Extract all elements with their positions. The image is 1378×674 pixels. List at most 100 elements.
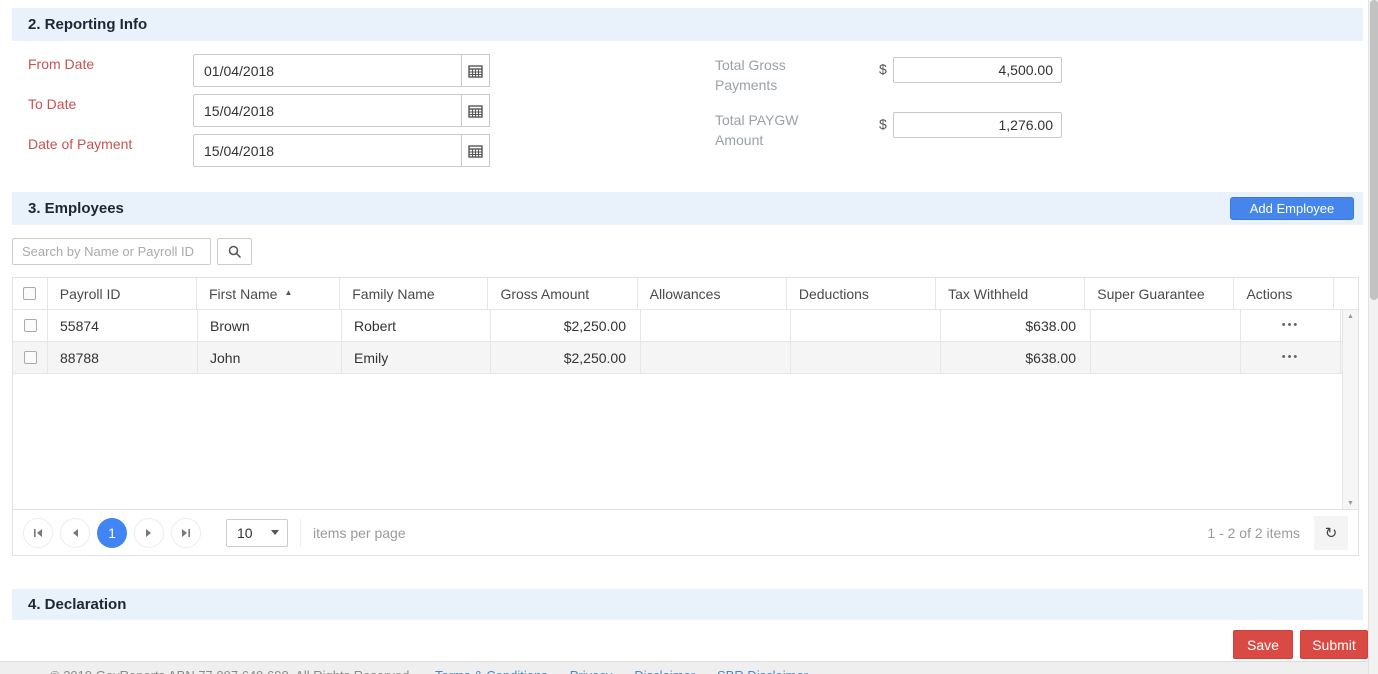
row-checkbox[interactable] <box>23 351 37 364</box>
cell-tax_withheld: $638.00 <box>941 310 1091 341</box>
pager: 1 10 items per page 1 - 2 of 2 items ↻ <box>13 509 1358 555</box>
page: 2. Reporting Info From Date To Date Date… <box>0 0 1378 674</box>
scrollbar-thumb[interactable] <box>1370 0 1378 300</box>
cell-gross_amount: $2,250.00 <box>491 310 641 341</box>
footer-links: Terms & Conditions Privacy Disclaimer SBR D… <box>413 668 808 674</box>
cell-super_guarantee <box>1091 342 1241 373</box>
total-paygw-currency: $ <box>879 116 887 132</box>
total-gross-payments-input[interactable] <box>893 57 1062 83</box>
grid-header-row: Payroll ID First Name ▲ Family Name Gross Am… <box>13 278 1358 310</box>
page-size-dropdown[interactable]: 10 <box>226 518 288 547</box>
refresh-button[interactable]: ↻ <box>1314 515 1348 550</box>
column-header-actions[interactable]: Actions <box>1234 278 1334 309</box>
header-filler-cell <box>1334 278 1358 309</box>
section-header-employees: 3. Employees Add Employee <box>12 192 1363 225</box>
column-header-gross_amount[interactable]: Gross Amount <box>488 278 638 309</box>
total-paygw-amount-label: Total PAYGW Amount <box>715 112 799 148</box>
cell-super_guarantee <box>1091 310 1241 341</box>
column-header-payroll_id[interactable]: Payroll ID <box>48 278 197 309</box>
cell-deductions <box>791 310 941 341</box>
section-header-declaration: 4. Declaration <box>12 589 1363 620</box>
cell-gross_amount: $2,250.00 <box>491 342 641 373</box>
column-header-family_name[interactable]: Family Name <box>340 278 489 309</box>
cell-first_name: Brown <box>198 310 342 341</box>
table-row[interactable]: 88788 John Emily $2,250.00 $638.00 ••• <box>13 342 1358 374</box>
calendar-icon <box>468 144 483 158</box>
section-title: 2. Reporting Info <box>28 16 148 33</box>
footer-link[interactable]: SBR Disclaimer <box>717 668 808 674</box>
footer: © 2019 GovReports ABN 77 097 649 698. Al… <box>0 661 1368 674</box>
column-header-label: Deductions <box>798 285 869 302</box>
date-of-payment-calendar-button[interactable] <box>462 134 490 167</box>
total-paygw-amount-input[interactable] <box>893 112 1062 138</box>
column-header-label: Gross Amount <box>500 285 590 302</box>
cell-payroll_id: 88788 <box>48 342 198 373</box>
refresh-icon: ↻ <box>1324 524 1338 542</box>
save-button[interactable]: Save <box>1233 630 1293 659</box>
scroll-down-icon[interactable]: ▼ <box>1347 500 1354 507</box>
pager-last-button[interactable] <box>171 517 201 548</box>
to-date-label: To Date <box>28 96 77 112</box>
add-employee-button[interactable]: Add Employee <box>1230 197 1354 220</box>
chevron-down-icon <box>271 530 279 535</box>
cell-actions: ••• <box>1241 342 1341 373</box>
row-actions-button[interactable]: ••• <box>1282 352 1300 363</box>
cell-deductions <box>791 342 941 373</box>
to-date-group <box>193 94 490 127</box>
cell-first_name: John <box>198 342 342 373</box>
from-date-label: From Date <box>28 56 95 72</box>
footer-link[interactable]: Disclaimer <box>634 668 695 674</box>
browser-scrollbar[interactable] <box>1368 0 1378 674</box>
select-all-checkbox-cell <box>13 278 48 309</box>
row-checkbox[interactable] <box>23 319 37 332</box>
grid-scrollbar[interactable]: ▲ ▼ <box>1342 310 1358 510</box>
row-actions-button[interactable]: ••• <box>1282 320 1300 331</box>
from-date-group <box>193 54 490 87</box>
pager-prev-button[interactable] <box>60 517 90 548</box>
section-title: 4. Declaration <box>28 596 127 613</box>
to-date-calendar-button[interactable] <box>462 94 490 127</box>
select-all-checkbox[interactable] <box>23 287 37 300</box>
pager-first-button[interactable] <box>23 517 53 548</box>
column-header-tax_withheld[interactable]: Tax Withheld <box>936 278 1086 309</box>
next-page-icon <box>146 528 151 537</box>
cell-allowances <box>641 310 791 341</box>
column-header-label: Tax Withheld <box>948 285 1029 302</box>
section-title: 3. Employees <box>28 200 124 217</box>
from-date-input[interactable] <box>193 54 462 87</box>
pager-next-button[interactable] <box>134 517 164 548</box>
date-of-payment-input[interactable] <box>193 134 462 167</box>
scroll-up-icon[interactable]: ▲ <box>1347 313 1354 320</box>
table-row[interactable]: 55874 Brown Robert $2,250.00 $638.00 ••• <box>13 310 1358 342</box>
search-button[interactable] <box>217 238 252 265</box>
footer-link[interactable]: Terms & Conditions <box>435 668 548 674</box>
cell-family_name: Emily <box>342 342 491 373</box>
items-per-page-label: items per page <box>300 518 406 547</box>
date-of-payment-label: Date of Payment <box>28 136 133 152</box>
sort-ascending-icon: ▲ <box>284 288 293 297</box>
last-page-icon <box>182 528 190 537</box>
column-header-first_name[interactable]: First Name ▲ <box>197 278 341 309</box>
column-header-deductions[interactable]: Deductions <box>787 278 937 309</box>
cell-actions: ••• <box>1241 310 1341 341</box>
cell-allowances <box>641 342 791 373</box>
cell-family_name: Robert <box>342 310 491 341</box>
column-header-allowances[interactable]: Allowances <box>638 278 787 309</box>
column-header-label: Super Guarantee <box>1097 285 1205 302</box>
from-date-calendar-button[interactable] <box>462 54 490 87</box>
employees-grid: Payroll ID First Name ▲ Family Name Gross Am… <box>12 277 1359 556</box>
section-header-reporting-info: 2. Reporting Info <box>12 8 1363 41</box>
column-header-super_guarantee[interactable]: Super Guarantee <box>1085 278 1235 309</box>
first-page-icon <box>34 528 42 537</box>
calendar-icon <box>468 64 483 78</box>
to-date-input[interactable] <box>193 94 462 127</box>
total-gross-payments-label: Total Gross Payments <box>715 57 786 93</box>
column-header-label: First Name <box>208 285 278 302</box>
pager-page-1[interactable]: 1 <box>97 517 127 548</box>
column-header-label: Allowances <box>649 285 721 302</box>
search-input[interactable] <box>12 238 211 265</box>
row-checkbox-cell <box>13 310 48 341</box>
prev-page-icon <box>73 528 78 537</box>
footer-link[interactable]: Privacy <box>570 668 613 674</box>
submit-button[interactable]: Submit <box>1300 630 1368 659</box>
